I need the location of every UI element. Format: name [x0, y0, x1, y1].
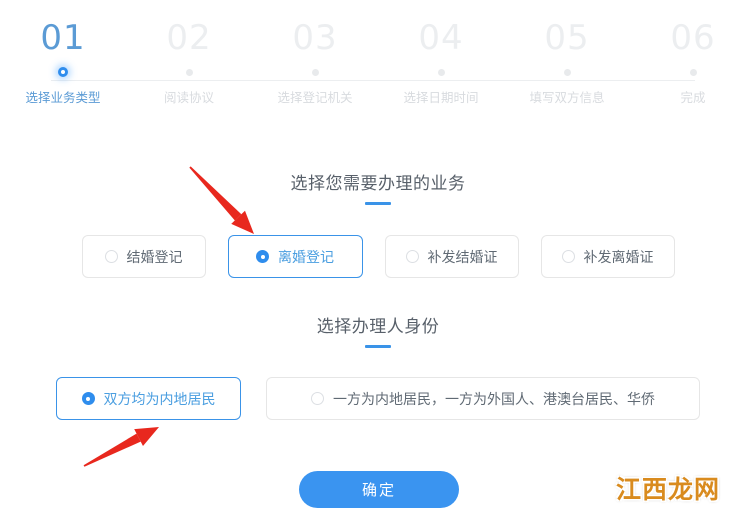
- step-item-06[interactable]: 06 完成: [625, 18, 756, 107]
- confirm-button[interactable]: 确定: [299, 471, 459, 508]
- step-label: 选择登记机关: [277, 91, 353, 105]
- radio-circle-icon[interactable]: [311, 392, 324, 405]
- radio-option-label: 双方均为内地居民: [103, 390, 216, 407]
- step-dot-indicator-icon: [689, 69, 697, 76]
- step-label: 选择日期时间: [403, 91, 479, 105]
- radio-option-label: 补发离婚证: [583, 248, 654, 265]
- radio-option-label: 结婚登记: [126, 248, 183, 265]
- radio-option-label: 离婚登记: [278, 248, 334, 265]
- step-number: 01: [40, 18, 86, 58]
- step-number: 05: [544, 18, 590, 58]
- step-dot-wrap: [247, 62, 383, 84]
- step-item-02[interactable]: 02 阅读协议: [121, 18, 257, 107]
- step-item-03[interactable]: 03 选择登记机关: [247, 18, 383, 107]
- radio-circle-icon[interactable]: [104, 250, 118, 263]
- step-label: 完成: [680, 91, 706, 105]
- step-label: 阅读协议: [163, 91, 214, 105]
- radio-circle-icon[interactable]: [561, 250, 575, 263]
- radio-option-label: 补发结婚证: [427, 248, 498, 265]
- radio-option-label: 一方为内地居民，一方为外国人、港澳台居民、华侨: [333, 390, 655, 407]
- radio-option-selected[interactable]: 双方均为内地居民: [56, 377, 241, 420]
- step-number: 04: [418, 18, 464, 58]
- applicant-identity-options: 双方均为内地居民 一方为内地居民，一方为外国人、港澳台居民、华侨: [0, 377, 756, 420]
- business-type-section: 选择您需要办理的业务: [0, 172, 756, 205]
- step-dot-indicator-icon: [185, 69, 193, 76]
- section-title-underline: [365, 202, 391, 205]
- radio-circle-icon[interactable]: [81, 392, 95, 405]
- step-dot-indicator-icon: [437, 69, 445, 76]
- step-dot-wrap: [625, 62, 756, 84]
- section-title-applicant-identity: 选择办理人身份: [316, 317, 440, 336]
- step-dot-indicator-icon: [563, 69, 571, 76]
- step-item-04[interactable]: 04 选择日期时间: [373, 18, 509, 107]
- radio-option-selected[interactable]: 离婚登记: [227, 235, 363, 278]
- section-title-business-type: 选择您需要办理的业务: [290, 174, 466, 193]
- step-label: 选择业务类型: [25, 91, 101, 105]
- step-number: 03: [292, 18, 338, 58]
- radio-circle-icon[interactable]: [256, 250, 269, 263]
- applicant-identity-section: 选择办理人身份: [0, 315, 756, 348]
- radio-option[interactable]: 补发结婚证: [384, 235, 519, 278]
- step-dot-wrap: [0, 62, 131, 84]
- step-dot-indicator-icon: [311, 69, 319, 76]
- business-type-options: 结婚登记 离婚登记 补发结婚证 补发离婚证: [0, 235, 756, 278]
- radio-option[interactable]: 结婚登记: [81, 235, 206, 278]
- step-number: 06: [670, 18, 716, 58]
- step-label: 填写双方信息: [529, 91, 605, 105]
- arrow-to-both-mainland-residents: [83, 427, 159, 467]
- step-dot-wrap: [121, 62, 257, 84]
- section-title-underline-2: [365, 345, 391, 348]
- step-dot-indicator-icon: [58, 67, 68, 77]
- watermark-logo: 江西龙网: [616, 475, 721, 504]
- step-dot-wrap: [373, 62, 509, 84]
- step-dot-wrap: [499, 62, 635, 84]
- step-item-01[interactable]: 01 选择业务类型: [0, 18, 131, 107]
- step-item-05[interactable]: 05 填写双方信息: [499, 18, 635, 107]
- radio-option[interactable]: 一方为内地居民，一方为外国人、港澳台居民、华侨: [266, 377, 700, 420]
- step-number: 02: [166, 18, 212, 58]
- step-progress-bar: 01 选择业务类型 02 阅读协议 03 选择登记机关 04 选择日期时间 05 填写双方信息 06…: [0, 0, 756, 130]
- radio-circle-icon[interactable]: [405, 250, 419, 263]
- radio-option[interactable]: 补发离婚证: [540, 235, 675, 278]
